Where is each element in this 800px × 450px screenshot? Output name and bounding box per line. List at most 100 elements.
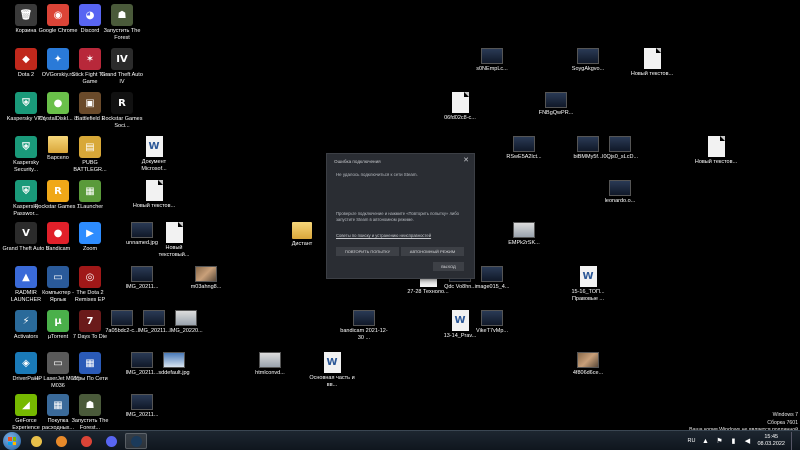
taskbar-steam-button[interactable] <box>125 433 147 449</box>
language-indicator[interactable]: RU <box>688 438 696 444</box>
desktop-icon-label: Дистант <box>291 241 313 247</box>
img5-icon <box>131 394 153 410</box>
radmir-icon: ▲ <box>15 266 37 288</box>
gta5-icon: V <box>15 222 37 244</box>
desktop-icon-label: Основная часть и вв... <box>309 375 355 388</box>
start-button[interactable] <box>3 432 21 450</box>
distant-icon <box>292 222 312 239</box>
desktop-icon-label: IMG_20211... <box>125 412 159 418</box>
desktop-icon-label: SoygAkgvo... <box>571 66 605 72</box>
bandifile-icon <box>353 310 375 326</box>
desktop-icon-img5[interactable]: IMG_20211... <box>120 394 164 419</box>
doc1-icon: W <box>145 136 163 157</box>
bandicam-icon: ● <box>47 222 69 244</box>
kvpn-icon: ⛨ <box>15 92 37 114</box>
desktop-icon-soyg[interactable]: SoygAkgvo... <box>566 48 610 73</box>
leonardo-icon <box>609 180 631 196</box>
desktop-icon-igry[interactable]: ▦ Игры По Сети <box>68 352 112 383</box>
desktop-icon-label: Новый текстов... <box>132 203 176 209</box>
desktop-icon-img3[interactable]: IMG_20220... <box>164 310 208 335</box>
desktop-icon-zoom[interactable]: ▶ Zoom <box>68 222 112 253</box>
network-icon[interactable]: ▮ <box>729 437 737 445</box>
img1-icon <box>131 266 153 282</box>
tlauncher-icon: ▦ <box>79 180 101 202</box>
desktop-icon-label: RSwE5A2lct... <box>506 154 542 160</box>
kpass-icon: ⛨ <box>15 180 37 202</box>
soyg-icon <box>577 48 599 64</box>
clock[interactable]: 15:45 08.03.2022 <box>757 434 785 448</box>
taskbar-discord-button[interactable] <box>100 433 122 449</box>
desktop-icon-forest[interactable]: ☗ Запустить The Forest <box>100 4 144 41</box>
desktop-icon-label: Новый текстов... <box>630 71 674 77</box>
taskbar-media-button[interactable] <box>50 433 72 449</box>
m03-icon <box>195 266 217 282</box>
show-desktop-button[interactable] <box>791 432 796 450</box>
desktop-icon-m03[interactable]: m03ahng8... <box>184 266 228 291</box>
desktop-icon-gta4[interactable]: IV Grand Theft Auto IV <box>100 48 144 85</box>
desktop-icon-newtxt2[interactable]: Новый текстовый... <box>152 222 196 258</box>
taskbar-chrome-button[interactable] <box>75 433 97 449</box>
desktop-icon-vike[interactable]: VikeT7vMp... <box>470 310 514 335</box>
troubleshooting-link[interactable]: Советы по поиску и устранению неисправно… <box>336 233 431 238</box>
i0qjs-icon <box>609 136 631 152</box>
igry-icon: ▦ <box>79 352 101 374</box>
desktop-icon-label: image015_4... <box>474 284 510 290</box>
image0-icon <box>481 266 503 282</box>
desktop-icon-rockstar1[interactable]: R Rockstar Games Soci... <box>100 92 144 129</box>
7a05-icon <box>111 310 133 326</box>
desktop-icon-newtxt1[interactable]: Новый текстов... <box>132 180 176 210</box>
taskbar-explorer-button[interactable] <box>25 433 47 449</box>
desktop-icon-htmlconv[interactable]: htmlconvd... <box>248 352 292 377</box>
desktop-icon-sdefault[interactable]: sddefault.jpg <box>152 352 196 377</box>
chrome-icon: ◉ <box>47 4 69 26</box>
desktop-icon-rswe[interactable]: RSwE5A2lct... <box>502 136 546 161</box>
rockstar1-icon: R <box>111 92 133 114</box>
dota2rm-icon: ◎ <box>79 266 101 288</box>
pubg-icon: ▤ <box>79 136 101 158</box>
desktop-icon-distant[interactable]: Дистант <box>280 222 324 248</box>
desktop-icon-osnovnye[interactable]: W Основная часть и вв... <box>309 352 355 388</box>
desktop-icon-doc1[interactable]: W Документ Microsof... <box>132 136 176 172</box>
htmlconv-icon <box>259 352 281 368</box>
desktop-icon-prav[interactable]: W 15-16_ТОП... Правовые ... <box>566 266 610 302</box>
chrome-icon <box>80 435 92 447</box>
desktop-icon-bandifile[interactable]: bandicam 2021-12-30 ... <box>340 310 388 341</box>
desktop-icon-leonardo[interactable]: leonardo.o... <box>598 180 642 205</box>
desktop-icon-label: TLauncher <box>76 204 104 210</box>
chernovik-icon <box>48 136 68 153</box>
newtxt4-icon <box>707 136 725 157</box>
utorrent-icon: µ <box>47 310 69 332</box>
desktop-icon-dota2rm[interactable]: ◎ The Dota 2 Remixes EP <box>68 266 112 303</box>
desktop-icon-f06fd[interactable]: 06fd02c8-c... <box>438 92 482 122</box>
close-icon[interactable]: ✕ <box>463 156 469 164</box>
retry-button[interactable]: ПОВТОРИТЬ ПОПЫТКУ <box>336 247 399 256</box>
activators-icon: ⚡ <box>15 310 37 332</box>
desktop-icon-forest2[interactable]: ☗ Запустить The Forest... <box>68 394 112 431</box>
desktop-icon-newtxt4[interactable]: Новый текстов... <box>694 136 738 166</box>
newtxt3-icon <box>643 48 661 69</box>
chevron-up-icon[interactable]: ▲ <box>701 437 709 445</box>
pokupka-icon: ▦ <box>47 394 69 416</box>
flag-icon[interactable]: ⚑ <box>715 437 723 445</box>
watermark-build: Сборка 7601 <box>767 419 798 426</box>
desktop-icon-tlauncher[interactable]: ▦ TLauncher <box>68 180 112 211</box>
volume-icon[interactable]: ◀ <box>743 437 751 445</box>
desktop-icon-label: 15-16_ТОП... Правовые ... <box>571 289 605 302</box>
desktop-icon-newtxt3[interactable]: Новый текстов... <box>630 48 674 78</box>
prav2-icon: W <box>451 310 469 331</box>
desktop-icon-img1[interactable]: IMG_20211... <box>120 266 164 291</box>
desktop-icon-image0[interactable]: image015_4... <box>470 266 514 291</box>
desktop-icon-emf[interactable]: EMPk2rSK... <box>502 222 546 247</box>
desktop-icon-pubg[interactable]: ▤ PUBG BATTLEGR... <box>68 136 112 173</box>
recycle-icon: 🗑 <box>15 4 37 26</box>
desktop-icon-fnbq[interactable]: FNBgQwPR... <box>534 92 578 117</box>
desktop-icon-f4806[interactable]: 4f806d6ce... <box>566 352 610 377</box>
img2-icon <box>143 310 165 326</box>
offline-mode-button[interactable]: АВТОНОМНЫЙ РЕЖИМ <box>401 247 464 256</box>
desktop-icon-i0qjs[interactable]: I0Qjs0_sLcD... <box>598 136 642 161</box>
exit-button[interactable]: ВЫХОД <box>433 262 464 271</box>
prav-icon: W <box>579 266 597 287</box>
discord-icon <box>105 435 117 447</box>
desktop-icon-label: bandicam 2021-12-30 ... <box>340 328 388 341</box>
desktop-icon-s0nemp[interactable]: s0NEmpLc... <box>470 48 514 73</box>
